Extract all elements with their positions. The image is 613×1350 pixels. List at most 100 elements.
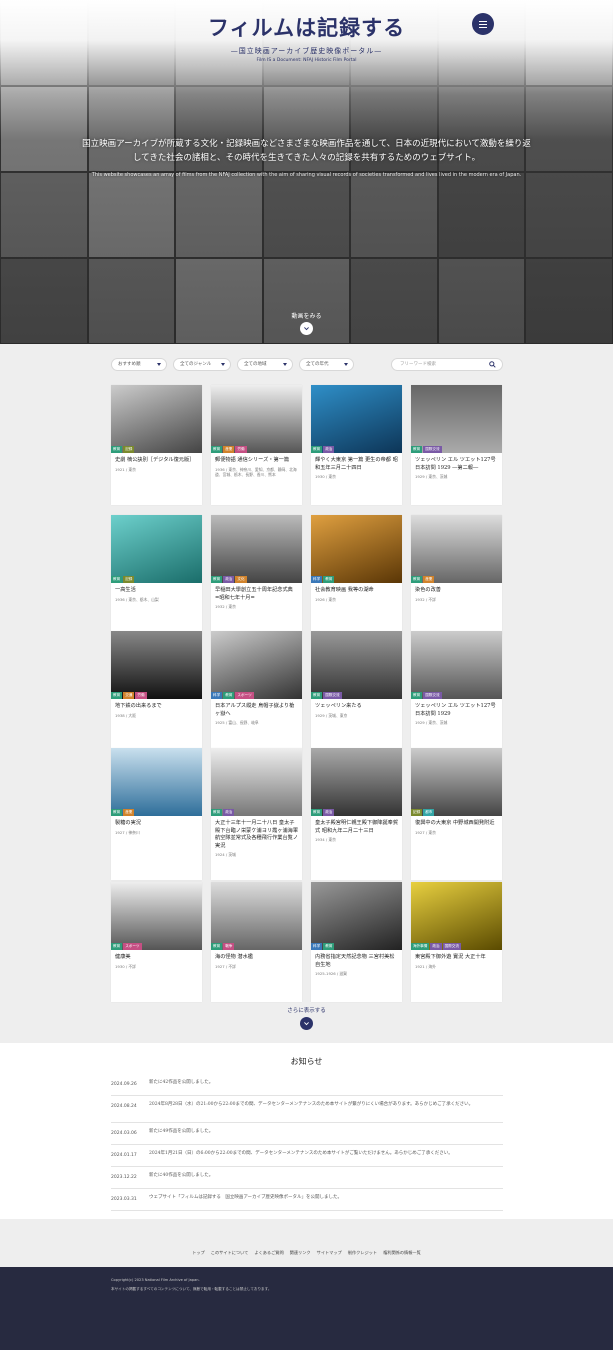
film-card[interactable]: 教育 交通 労働 地下鉄の出来るまで 1938 / 大阪 xyxy=(111,631,202,748)
footer-nav: トップ このサイトについて よくあるご質問 関連リンク サイトマップ 制作クレジット 権利関… xyxy=(0,1219,613,1267)
film-card[interactable]: 科学 教育 内務省指定天然記念物 三宮村美松自生地 1925-1926 / 滋賀 xyxy=(311,882,402,1002)
film-thumbnail[interactable]: 教育 記録 xyxy=(111,385,202,453)
film-thumbnail[interactable]: 教育 戦争 xyxy=(211,882,302,950)
film-title[interactable]: 輝やく大東京 第一篇 更生の帝都 昭和五年三月二十四日 xyxy=(311,453,402,472)
era-select[interactable]: 全ての年代 xyxy=(299,358,354,371)
film-meta: 1927 / 神奈川 xyxy=(115,829,140,835)
film-thumbnail[interactable]: 海外事情 政治 国際交流 xyxy=(411,882,502,950)
film-thumbnail[interactable]: 科学 教育 スポーツ xyxy=(211,631,302,699)
film-thumbnail[interactable]: 教育 政治 xyxy=(311,748,402,816)
film-title[interactable]: 復興中の大東京 中野城西開発附近 xyxy=(411,816,502,828)
film-card[interactable]: 教育 産業 染色の改善 1932 / 不詳 xyxy=(411,515,502,635)
film-title[interactable]: 大正十三年十一月二十八日 皇太子殿下台臨ノ栄蒙ケ浦ヨリ霞ヶ浦海軍航空隊並常式及各… xyxy=(211,816,302,850)
film-card[interactable]: 教育 政治 輝やく大東京 第一篇 更生の帝都 昭和五年三月二十四日 1930 / 東京 xyxy=(311,385,402,505)
film-card[interactable]: 教育 政治 文化 早稲田大學創立五十周年記念式典 =昭和七年十月= 1932 / 東京 xyxy=(211,515,302,635)
film-thumbnail[interactable]: 教育 産業 労働 xyxy=(211,385,302,453)
film-title[interactable]: 健康美 xyxy=(111,950,202,962)
footer-link[interactable]: サイトマップ xyxy=(317,1250,342,1255)
copyright-notice: 本サイトの掲載するすべてのコンテンツについて、無断で転用・転載することは禁止して… xyxy=(111,1287,272,1291)
film-title[interactable]: 内務省指定天然記念物 三宮村美松自生地 xyxy=(311,950,402,969)
watch-video-button[interactable] xyxy=(300,322,313,335)
film-thumbnail[interactable]: 教育 政治 文化 xyxy=(211,515,302,583)
film-card[interactable]: 海外事情 政治 国際交流 東宮殿下御外遊 實況 大正十年 1921 / 海外 xyxy=(411,882,502,1002)
film-card[interactable]: 科学 教育 社会教育映画 我等の湖命 1926 / 東京 xyxy=(311,515,402,635)
genre-tags: 教育 交通 労働 xyxy=(111,692,147,699)
film-card[interactable]: 教育 産業 労働 郵便物語 通信シリーズ・第一篇 1936 / 東京、神奈川、愛知、京都… xyxy=(211,385,302,505)
film-title[interactable]: 製糖の実況 xyxy=(111,816,202,828)
film-thumbnail[interactable]: 教育 産業 xyxy=(111,748,202,816)
genre-tags: 教育 国際交流 xyxy=(311,692,342,699)
film-thumbnail[interactable]: 教育 スポーツ xyxy=(111,882,202,950)
news-date: 2024.09.26 xyxy=(111,1082,137,1087)
news-date: 2023.03.31 xyxy=(111,1197,137,1202)
watch-video-label[interactable]: 動画をみる xyxy=(0,311,613,320)
film-title[interactable]: 地下鉄の出来るまで xyxy=(111,699,202,711)
genre-select[interactable]: 全てのジャンル xyxy=(173,358,231,371)
film-card[interactable]: 科学 教育 スポーツ 日本アルプス縦走 烏帽子嶽より槍ヶ嶽へ 1925 / 富山、長野、… xyxy=(211,631,302,748)
genre-tag: 科学 xyxy=(311,943,323,950)
keyword-search-input[interactable]: フリーワード検索 xyxy=(391,358,503,371)
film-thumbnail[interactable]: 教育 国際交流 xyxy=(411,631,502,699)
footer-link[interactable]: よくあるご質問 xyxy=(254,1250,283,1255)
film-title[interactable]: ツェッペリン エル ツエット127号 日本訪問 1929 xyxy=(411,699,502,718)
film-title[interactable]: 郵便物語 通信シリーズ・第一篇 xyxy=(211,453,302,465)
film-card[interactable]: 教育 国際交流 ツェッペリン エル ツエット127号 日本訪問 1929 ―第二報―… xyxy=(411,385,502,505)
film-card[interactable]: 教育 政治 皇太子殿宮明仁親王殿下御降誕奉賀式 昭和九年二月二十三日 1934 / 東… xyxy=(311,748,402,880)
footer-links: トップ このサイトについて よくあるご質問 関連リンク サイトマップ 制作クレジット 権利関… xyxy=(0,1250,613,1256)
film-title[interactable]: 一高生活 xyxy=(111,583,202,595)
film-thumbnail[interactable]: 科学 教育 xyxy=(311,882,402,950)
film-title[interactable]: ツェッペリン エル ツエット127号 日本訪問 1929 ―第二報― xyxy=(411,453,502,472)
genre-tags: 科学 教育 xyxy=(311,943,335,950)
genre-tag: 戦争 xyxy=(223,943,235,950)
film-thumbnail[interactable]: 教育 政治 xyxy=(311,385,402,453)
footer-link[interactable]: 権利関係の情報一覧 xyxy=(383,1250,421,1255)
film-thumbnail[interactable]: 教育 国際交流 xyxy=(311,631,402,699)
film-thumbnail[interactable]: 教育 産業 xyxy=(411,515,502,583)
film-meta: 1936 / 東京、栃木、山梨 xyxy=(115,596,159,602)
site-title[interactable]: フィルムは記録する xyxy=(0,12,613,42)
film-card[interactable]: 教育 産業 製糖の実況 1927 / 神奈川 xyxy=(111,748,202,880)
film-thumbnail[interactable]: 科学 教育 xyxy=(311,515,402,583)
film-card[interactable]: 教育 国際交流 ツェッペリン エル ツエット127号 日本訪問 1929 1929 /… xyxy=(411,631,502,748)
search-icon[interactable] xyxy=(489,361,496,368)
site-logo[interactable]: フィルムは記録する —国立映画アーカイブ歴史映像ポータル— Film IS a … xyxy=(0,12,613,63)
film-title[interactable]: 日本アルプス縦走 烏帽子嶽より槍ヶ嶽へ xyxy=(211,699,302,718)
region-select[interactable]: 全ての地域 xyxy=(237,358,293,371)
film-thumbnail[interactable]: 教育 政治 xyxy=(211,748,302,816)
film-title[interactable]: 海の怪物 潜水艦 xyxy=(211,950,302,962)
genre-tags: 教育 国際交流 xyxy=(411,446,442,453)
show-more-label[interactable]: さらに表示する xyxy=(0,1006,613,1014)
hamburger-menu-button[interactable] xyxy=(472,13,494,35)
show-more-button[interactable] xyxy=(300,1017,313,1030)
genre-tag: 教育 xyxy=(223,692,235,699)
film-card[interactable]: 教育 戦争 海の怪物 潜水艦 1927 / 不詳 xyxy=(211,882,302,1002)
film-thumbnail[interactable]: 教育 国際交流 xyxy=(411,385,502,453)
sort-select[interactable]: おすすめ順 xyxy=(111,358,167,371)
film-title[interactable]: 皇太子殿宮明仁親王殿下御降誕奉賀式 昭和九年二月二十三日 xyxy=(311,816,402,835)
footer-link[interactable]: このサイトについて xyxy=(211,1250,249,1255)
hero-description: 国立映画アーカイブが所蔵する文化・記録映画などさまざまな映画作品を通して、日本の… xyxy=(82,139,531,163)
film-title[interactable]: ツェッペリン来たる xyxy=(311,699,402,711)
film-card[interactable]: 記録 都市 復興中の大東京 中野城西開発附近 1927 / 東京 xyxy=(411,748,502,880)
film-title[interactable]: 早稲田大學創立五十周年記念式典 =昭和七年十月= xyxy=(211,583,302,602)
genre-tag: 産業 xyxy=(123,809,135,816)
film-card[interactable]: 教育 記録 史劇 楠公訣別［デジタル復元版］ 1921 / 東京 xyxy=(111,385,202,505)
film-title[interactable]: 社会教育映画 我等の湖命 xyxy=(311,583,402,595)
film-thumbnail[interactable]: 教育 交通 労働 xyxy=(111,631,202,699)
film-title[interactable]: 染色の改善 xyxy=(411,583,502,595)
menu-line-icon xyxy=(479,23,487,25)
film-thumbnail[interactable]: 教育 記録 xyxy=(111,515,202,583)
genre-tag: 教育 xyxy=(211,576,223,583)
footer-link[interactable]: トップ xyxy=(192,1250,205,1255)
footer-link[interactable]: 制作クレジット xyxy=(348,1250,377,1255)
footer-link[interactable]: 関連リンク xyxy=(290,1250,311,1255)
film-title[interactable]: 史劇 楠公訣別［デジタル復元版］ xyxy=(111,453,202,465)
genre-tags: 記録 都市 xyxy=(411,809,435,816)
film-title[interactable]: 東宮殿下御外遊 實況 大正十年 xyxy=(411,950,502,962)
genre-tag: 科学 xyxy=(311,576,323,583)
film-card[interactable]: 教育 記録 一高生活 1936 / 東京、栃木、山梨 xyxy=(111,515,202,635)
film-card[interactable]: 教育 国際交流 ツェッペリン来たる 1929 / 茨城、東京 xyxy=(311,631,402,748)
film-card[interactable]: 教育 政治 大正十三年十一月二十八日 皇太子殿下台臨ノ栄蒙ケ浦ヨリ霞ヶ浦海軍航空隊並… xyxy=(211,748,302,880)
film-card[interactable]: 教育 スポーツ 健康美 1930 / 不詳 xyxy=(111,882,202,1002)
film-thumbnail[interactable]: 記録 都市 xyxy=(411,748,502,816)
